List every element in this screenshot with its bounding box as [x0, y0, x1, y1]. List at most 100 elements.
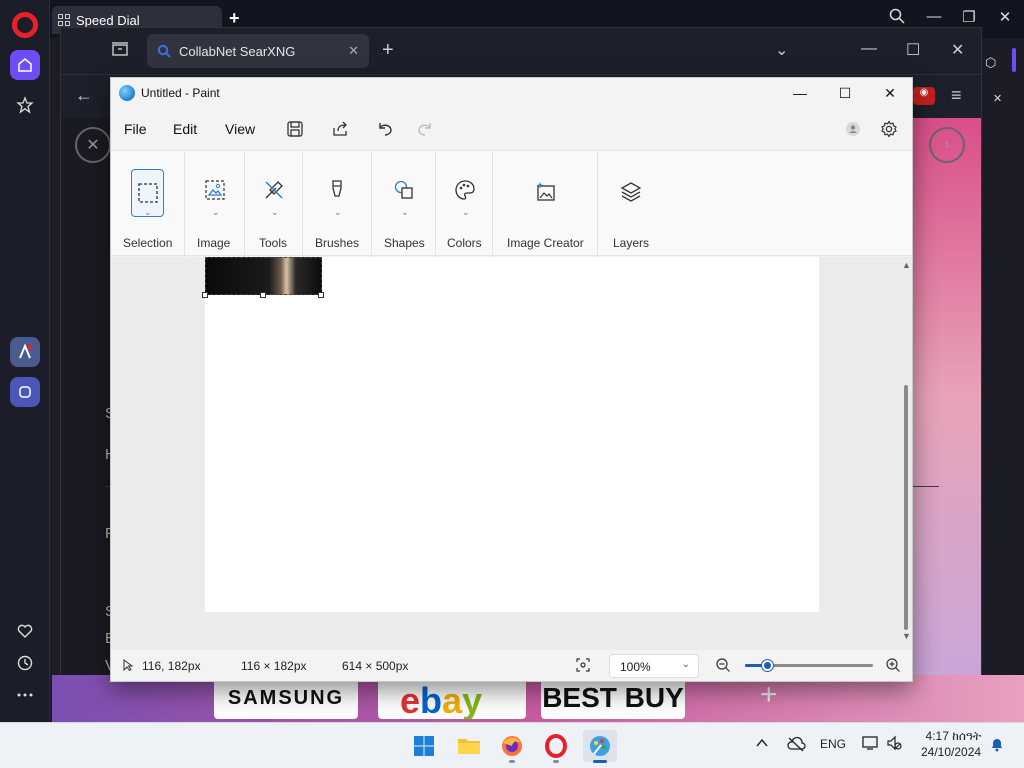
- opera-logo-icon[interactable]: [12, 12, 38, 38]
- menu-file[interactable]: File: [124, 121, 147, 137]
- clock[interactable]: 4:17 ከሰዓት 24/10/2024: [921, 728, 981, 760]
- firefox-icon[interactable]: [495, 730, 529, 763]
- ribbon-group-image[interactable]: ⌄ Image: [185, 151, 245, 257]
- network-icon[interactable]: [862, 735, 880, 754]
- image-creator-icon[interactable]: [529, 175, 563, 209]
- close-icon[interactable]: ✕: [993, 8, 1017, 26]
- back-arrow-icon[interactable]: ←: [75, 85, 93, 106]
- scrollbar-thumb[interactable]: [904, 385, 908, 630]
- windows-taskbar: ENG 4:17 ከሰዓት 24/10/2024: [0, 722, 1024, 768]
- history-clock-icon[interactable]: [10, 648, 40, 678]
- maximize-icon-2[interactable]: ☐: [906, 40, 920, 60]
- paint-taskbar-icon[interactable]: [583, 730, 617, 763]
- colors-chevron-icon[interactable]: ⌄: [462, 207, 470, 218]
- zoom-slider-knob[interactable]: [761, 660, 773, 671]
- paint-app-icon: [119, 85, 135, 101]
- ribbon-group-selection[interactable]: ⌄ Selection: [111, 151, 185, 257]
- new-tab-button[interactable]: +: [229, 8, 240, 29]
- ribbon-group-shapes[interactable]: ⌄ Shapes: [372, 151, 436, 257]
- redo-icon[interactable]: [413, 117, 437, 141]
- running-indicator: [509, 760, 515, 763]
- notification-bell-icon[interactable]: [989, 736, 1005, 755]
- show-hidden-icons[interactable]: [755, 736, 769, 753]
- ribbon-group-brushes[interactable]: ⌄ Brushes: [303, 151, 372, 257]
- menu-view[interactable]: View: [225, 121, 255, 137]
- brush-icon[interactable]: [320, 173, 354, 207]
- scroll-up-icon[interactable]: ▲: [902, 260, 911, 270]
- language-indicator[interactable]: ENG: [820, 737, 846, 751]
- ribbon-group-tools[interactable]: ⌄ Tools: [245, 151, 303, 257]
- close-circle-icon[interactable]: ✕: [75, 127, 111, 163]
- paint-minimize-icon[interactable]: —: [777, 82, 823, 104]
- add-speed-dial-button[interactable]: +: [760, 678, 778, 712]
- settings-gear-icon[interactable]: [877, 117, 901, 141]
- undo-icon[interactable]: [373, 117, 397, 141]
- layers-icon[interactable]: [614, 175, 648, 209]
- ribbon-group-colors[interactable]: ⌄ Colors: [436, 151, 493, 257]
- selection-size: 116 × 182px: [241, 659, 307, 673]
- selection-chevron-icon[interactable]: ⌄: [144, 207, 152, 218]
- restore-icon[interactable]: ❐: [957, 8, 981, 26]
- zoom-out-icon[interactable]: [715, 657, 731, 676]
- extension-icon[interactable]: [10, 377, 40, 407]
- scroll-down-icon[interactable]: ▼: [902, 631, 911, 641]
- chevron-down-icon[interactable]: ⌄: [775, 40, 788, 60]
- close-icon-2[interactable]: ✕: [951, 40, 964, 60]
- pasted-image-selection[interactable]: [205, 257, 322, 295]
- minimize-icon[interactable]: —: [922, 8, 946, 25]
- start-button[interactable]: [407, 730, 441, 762]
- share-icon[interactable]: [328, 117, 352, 141]
- new-tab-button-2[interactable]: +: [382, 39, 394, 62]
- cursor-icon: [122, 659, 134, 674]
- paint-close-icon[interactable]: ✕: [867, 82, 913, 104]
- volume-muted-icon[interactable]: [886, 735, 902, 754]
- aria-icon[interactable]: [10, 337, 40, 367]
- opera-taskbar-icon[interactable]: [539, 730, 573, 763]
- zoom-slider[interactable]: [745, 660, 873, 671]
- tools-icon[interactable]: [257, 173, 291, 207]
- account-icon[interactable]: [841, 117, 865, 141]
- tab-island-icon[interactable]: [111, 41, 129, 62]
- box-icon[interactable]: ⬡: [985, 55, 996, 71]
- zoom-chevron-down-icon: ⌄: [681, 659, 690, 670]
- image-icon[interactable]: [198, 173, 232, 207]
- speed-dial-tile-samsung[interactable]: SAMSUNG: [214, 677, 358, 719]
- ribbon-group-image-creator[interactable]: Image Creator: [493, 151, 598, 257]
- tools-chevron-icon[interactable]: ⌄: [271, 207, 279, 218]
- fit-to-window-icon[interactable]: [575, 657, 591, 676]
- chevron-right-icon[interactable]: ›: [929, 127, 965, 163]
- vertical-scrollbar[interactable]: ▲ ▼: [901, 257, 911, 650]
- zoom-dropdown[interactable]: 100% ⌄: [609, 654, 699, 678]
- canvas-size: 614 × 500px: [342, 659, 409, 673]
- heart-icon[interactable]: [10, 616, 40, 646]
- selection-handle[interactable]: [260, 292, 266, 298]
- speed-dial-icon: [58, 14, 70, 26]
- more-icon[interactable]: [10, 680, 40, 710]
- zoom-in-icon[interactable]: [885, 657, 901, 676]
- menu-edit[interactable]: Edit: [173, 121, 197, 137]
- minimize-icon-2[interactable]: —: [861, 40, 877, 58]
- menu-icon[interactable]: ≡: [951, 85, 962, 106]
- save-icon[interactable]: [283, 117, 307, 141]
- speed-dial-tile-ebay[interactable]: ebay: [378, 677, 526, 719]
- speed-dial-tile-bestbuy[interactable]: BEST BUY: [541, 677, 685, 719]
- selection-handle[interactable]: [202, 292, 208, 298]
- brushes-chevron-icon[interactable]: ⌄: [334, 207, 342, 218]
- home-icon[interactable]: [10, 50, 40, 80]
- shapes-chevron-icon[interactable]: ⌄: [401, 207, 409, 218]
- shapes-icon[interactable]: [387, 173, 421, 207]
- paint-maximize-icon[interactable]: ☐: [822, 82, 868, 104]
- ribbon-group-layers[interactable]: Layers: [598, 151, 666, 257]
- palette-icon[interactable]: [448, 173, 482, 207]
- bookmarks-star-icon[interactable]: [10, 90, 40, 120]
- tab-collabnet-searxng[interactable]: CollabNet SearXNG ✕: [147, 34, 369, 68]
- onedrive-icon[interactable]: [786, 736, 806, 755]
- ublock-icon[interactable]: ◉: [913, 87, 935, 105]
- canvas[interactable]: [205, 257, 819, 612]
- selection-handle[interactable]: [318, 292, 324, 298]
- close-tab-icon[interactable]: ✕: [348, 43, 359, 59]
- close-panel-icon[interactable]: ✕: [993, 92, 1002, 105]
- search-tabs-icon[interactable]: [885, 8, 909, 28]
- file-explorer-icon[interactable]: [452, 730, 486, 762]
- image-chevron-icon[interactable]: ⌄: [212, 207, 220, 218]
